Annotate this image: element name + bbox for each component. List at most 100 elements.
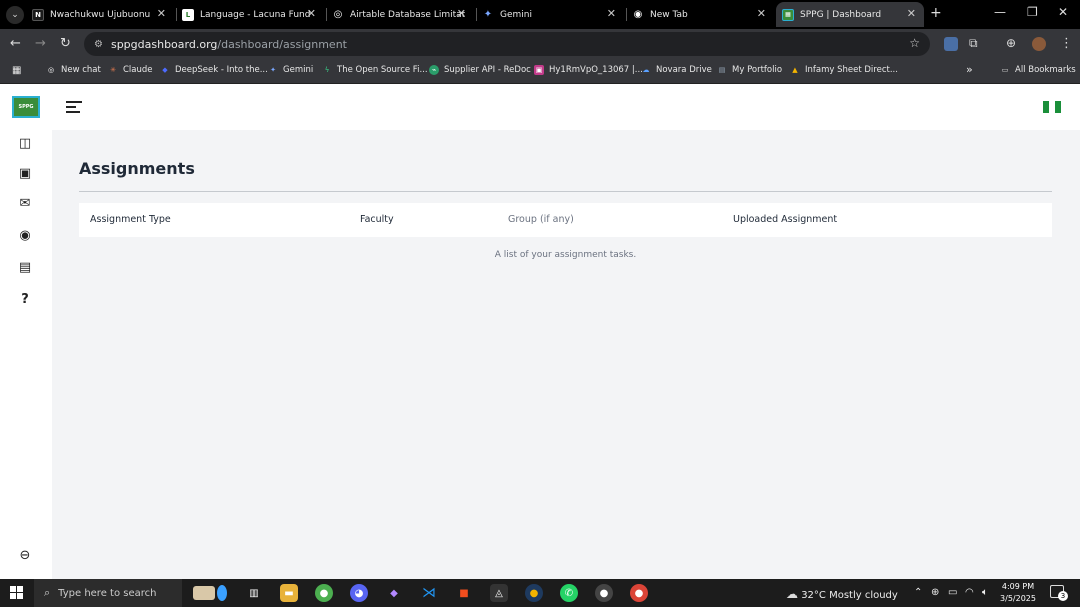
close-icon[interactable]: ✕ xyxy=(157,7,166,20)
url-path: /dashboard/assignment xyxy=(217,37,347,51)
tab-nwachukwu[interactable]: N Nwachukwu Ujubuonu ✕ xyxy=(32,2,174,27)
vscode-icon[interactable]: ⋊ xyxy=(420,584,438,602)
close-icon[interactable]: ✕ xyxy=(457,7,466,20)
app-icon[interactable]: ● xyxy=(525,584,543,602)
whatsapp-icon[interactable]: ✆ xyxy=(560,584,578,602)
bookmark-supplier-api[interactable]: ⌁ Supplier API - ReDoc xyxy=(429,65,531,75)
weather-widget[interactable]: ☁ 32°C Mostly cloudy xyxy=(786,587,898,601)
bookmark-open-source[interactable]: ϟ The Open Source Fi... xyxy=(322,65,428,75)
bookmark-star-icon[interactable]: ☆ xyxy=(909,36,920,50)
close-icon[interactable]: ✕ xyxy=(607,7,616,20)
davinci-icon[interactable]: ◬ xyxy=(490,584,508,602)
chrome-icon[interactable]: ● xyxy=(315,584,333,602)
wifi-icon[interactable]: ◠ xyxy=(965,587,974,598)
close-icon[interactable]: ✕ xyxy=(307,7,316,20)
url-host: sppgdashboard.org xyxy=(110,37,218,51)
back-arrow-icon[interactable]: ← xyxy=(10,36,21,51)
all-bookmarks-button[interactable]: ▭ All Bookmarks xyxy=(1000,65,1076,75)
obsidian-icon[interactable]: ◆ xyxy=(385,584,403,602)
bookmark-deepseek[interactable]: ◆ DeepSeek - Into the... xyxy=(160,65,268,75)
new-tab-button[interactable]: + xyxy=(930,5,942,21)
maximize-icon[interactable]: ❐ xyxy=(1027,5,1038,19)
bookmark-new-chat[interactable]: ◎ New chat xyxy=(46,65,101,75)
app-viewport: SPPG ◫ ▣ ✉ ◉ ▤ ? ⊖ Assignments Assignmen… xyxy=(0,85,1080,579)
fingerprint-icon[interactable]: ◉ xyxy=(17,227,33,243)
tab-gemini[interactable]: ✦ Gemini ✕ xyxy=(482,2,624,27)
logout-icon[interactable]: ⊖ xyxy=(17,547,33,563)
tray-monitor-icon[interactable]: ▭ xyxy=(948,587,957,598)
tab-favicon: N xyxy=(32,8,44,21)
tab-airtable[interactable]: ◎ Airtable Database Limitat ✕ xyxy=(332,2,474,27)
gemini-icon: ✦ xyxy=(270,66,276,74)
screen: ⌄ N Nwachukwu Ujubuonu ✕ L Language - La… xyxy=(0,0,1080,607)
browser-tab-strip: ⌄ N Nwachukwu Ujubuonu ✕ L Language - La… xyxy=(0,0,1080,29)
tab-title: Gemini xyxy=(500,9,532,20)
kebab-menu-icon[interactable]: ⋮ xyxy=(1060,36,1073,51)
clock-date: 3/5/2025 xyxy=(1000,594,1036,603)
window-close-icon[interactable]: ✕ xyxy=(1058,5,1068,19)
chrome-alt-icon[interactable]: ● xyxy=(630,584,648,602)
tray-app-icon[interactable]: ⊕ xyxy=(931,587,939,598)
close-icon[interactable]: ✕ xyxy=(907,7,916,20)
help-icon[interactable]: ? xyxy=(17,291,33,307)
portfolio-icon: ▤ xyxy=(718,66,726,74)
windows-start-icon[interactable] xyxy=(10,586,23,599)
apps-grid-icon[interactable]: ▦ xyxy=(12,65,21,76)
bookmarks-overflow-icon[interactable]: » xyxy=(966,63,973,76)
bookmark-my-portfolio[interactable]: ▤ My Portfolio xyxy=(717,65,782,75)
tab-new-tab[interactable]: ◉ New Tab ✕ xyxy=(632,2,774,27)
app-header: SPPG xyxy=(0,85,1080,130)
bookmark-label: The Open Source Fi... xyxy=(337,65,428,75)
tab-title: New Tab xyxy=(650,9,688,20)
profile-avatar[interactable] xyxy=(1032,37,1046,51)
extensions-puzzle-icon[interactable]: ⧉ xyxy=(969,36,978,51)
clipboard-list-icon[interactable]: ▤ xyxy=(17,259,33,275)
tab-divider xyxy=(176,8,177,21)
figma-taskbar-icon[interactable]: ■ xyxy=(455,584,473,602)
site-info-icon[interactable]: ⚙ xyxy=(94,39,103,50)
folder-icon: ▭ xyxy=(1001,66,1009,74)
system-clock[interactable]: 4:09 PM 3/5/2025 xyxy=(998,581,1038,605)
tab-search-icon[interactable]: ⌄ xyxy=(6,6,24,24)
extension-icon[interactable] xyxy=(944,37,958,51)
openai-icon: ◎ xyxy=(47,66,55,74)
hamburger-menu-icon[interactable] xyxy=(66,101,82,115)
volume-icon[interactable]: 🔈︎ xyxy=(982,587,988,598)
bookmark-novara-drive[interactable]: ☁ Novara Drive xyxy=(641,65,712,75)
contacts-book-icon[interactable]: ▣ xyxy=(17,165,33,181)
reload-icon[interactable]: ↻ xyxy=(60,36,71,51)
page-title: Assignments xyxy=(79,159,195,178)
tab-lacuna[interactable]: L Language - Lacuna Fund ✕ xyxy=(182,2,324,27)
nigeria-flag-icon xyxy=(1043,101,1061,113)
bookmark-label: Supplier API - ReDoc xyxy=(444,65,531,75)
main-content: Assignments Assignment Type Faculty Grou… xyxy=(52,130,1080,579)
file-explorer-icon[interactable]: ▬ xyxy=(280,584,298,602)
chrome-profile-icon[interactable]: ● xyxy=(595,584,613,602)
browser-toolbar: ← → ↻ ⚙ sppgdashboard.org /dashboard/ass… xyxy=(0,29,1080,60)
search-icon: ⌕ xyxy=(44,586,51,599)
bookmark-gemini[interactable]: ✦ Gemini xyxy=(268,65,313,75)
search-highlight-icon[interactable] xyxy=(190,584,230,602)
bookmark-label: Hy1RmVpO_13067 |... xyxy=(549,65,643,75)
bookmark-label: Gemini xyxy=(283,65,314,75)
bookmark-label: New chat xyxy=(61,65,101,75)
task-view-icon[interactable]: ▥ xyxy=(245,584,263,602)
bookmark-infamy-sheet[interactable]: ▲ Infamy Sheet Direct... xyxy=(790,65,898,75)
close-icon[interactable]: ✕ xyxy=(757,7,766,20)
sync-icon[interactable]: ⊕ xyxy=(1006,36,1016,50)
tab-title: SPPG | Dashboard xyxy=(800,9,882,20)
tab-sppg-dashboard[interactable]: ▦ SPPG | Dashboard ✕ xyxy=(776,2,924,27)
dashboard-icon[interactable]: ◫ xyxy=(17,135,33,151)
tab-favicon: ✦ xyxy=(483,9,493,20)
bookmark-claude[interactable]: ✳ Claude xyxy=(108,65,152,75)
address-bar[interactable]: ⚙ sppgdashboard.org /dashboard/assignmen… xyxy=(84,32,930,56)
bookmark-hy1rmvpo[interactable]: ▣ Hy1RmVpO_13067 |... xyxy=(534,65,643,75)
sppg-logo[interactable]: SPPG xyxy=(12,96,40,118)
forward-arrow-icon[interactable]: → xyxy=(35,36,46,51)
tray-overflow-icon[interactable]: ⌃ xyxy=(914,587,922,598)
minimize-icon[interactable]: — xyxy=(994,5,1006,19)
mail-icon[interactable]: ✉ xyxy=(17,195,33,211)
discord-icon[interactable]: ◕ xyxy=(350,584,368,602)
taskbar-search[interactable]: ⌕ Type here to search xyxy=(34,579,182,607)
notifications-icon[interactable]: 3 xyxy=(1050,585,1068,601)
